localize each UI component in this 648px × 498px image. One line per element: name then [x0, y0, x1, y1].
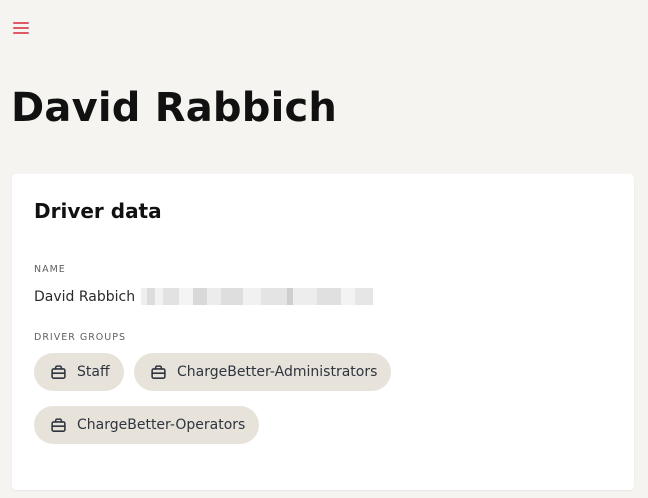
- menu-bar: [13, 27, 29, 29]
- card-title: Driver data: [34, 199, 162, 223]
- name-value: David Rabbich: [34, 288, 136, 305]
- driver-groups-label: DRIVER GROUPS: [34, 332, 126, 343]
- briefcase-icon: [151, 364, 166, 379]
- driver-group-chip-staff[interactable]: Staff: [34, 353, 124, 391]
- driver-group-chip-administrators[interactable]: ChargeBetter-Administrators: [134, 353, 392, 391]
- name-field: David Rabbich: [34, 288, 374, 305]
- hamburger-menu-icon[interactable]: [12, 22, 32, 38]
- menu-bar: [13, 22, 29, 24]
- name-label: NAME: [34, 264, 66, 275]
- briefcase-icon: [51, 364, 66, 379]
- menu-bar: [13, 32, 29, 34]
- redacted-text: [141, 288, 374, 305]
- chip-label: Staff: [77, 364, 110, 380]
- page-title: David Rabbich: [11, 85, 338, 131]
- chip-label: ChargeBetter-Administrators: [177, 364, 378, 380]
- driver-data-card: Driver data NAME David Rabbich DRIVER GR…: [12, 174, 634, 490]
- briefcase-icon: [51, 417, 66, 432]
- driver-group-chip-operators[interactable]: ChargeBetter-Operators: [34, 406, 260, 444]
- chip-label: ChargeBetter-Operators: [77, 417, 246, 433]
